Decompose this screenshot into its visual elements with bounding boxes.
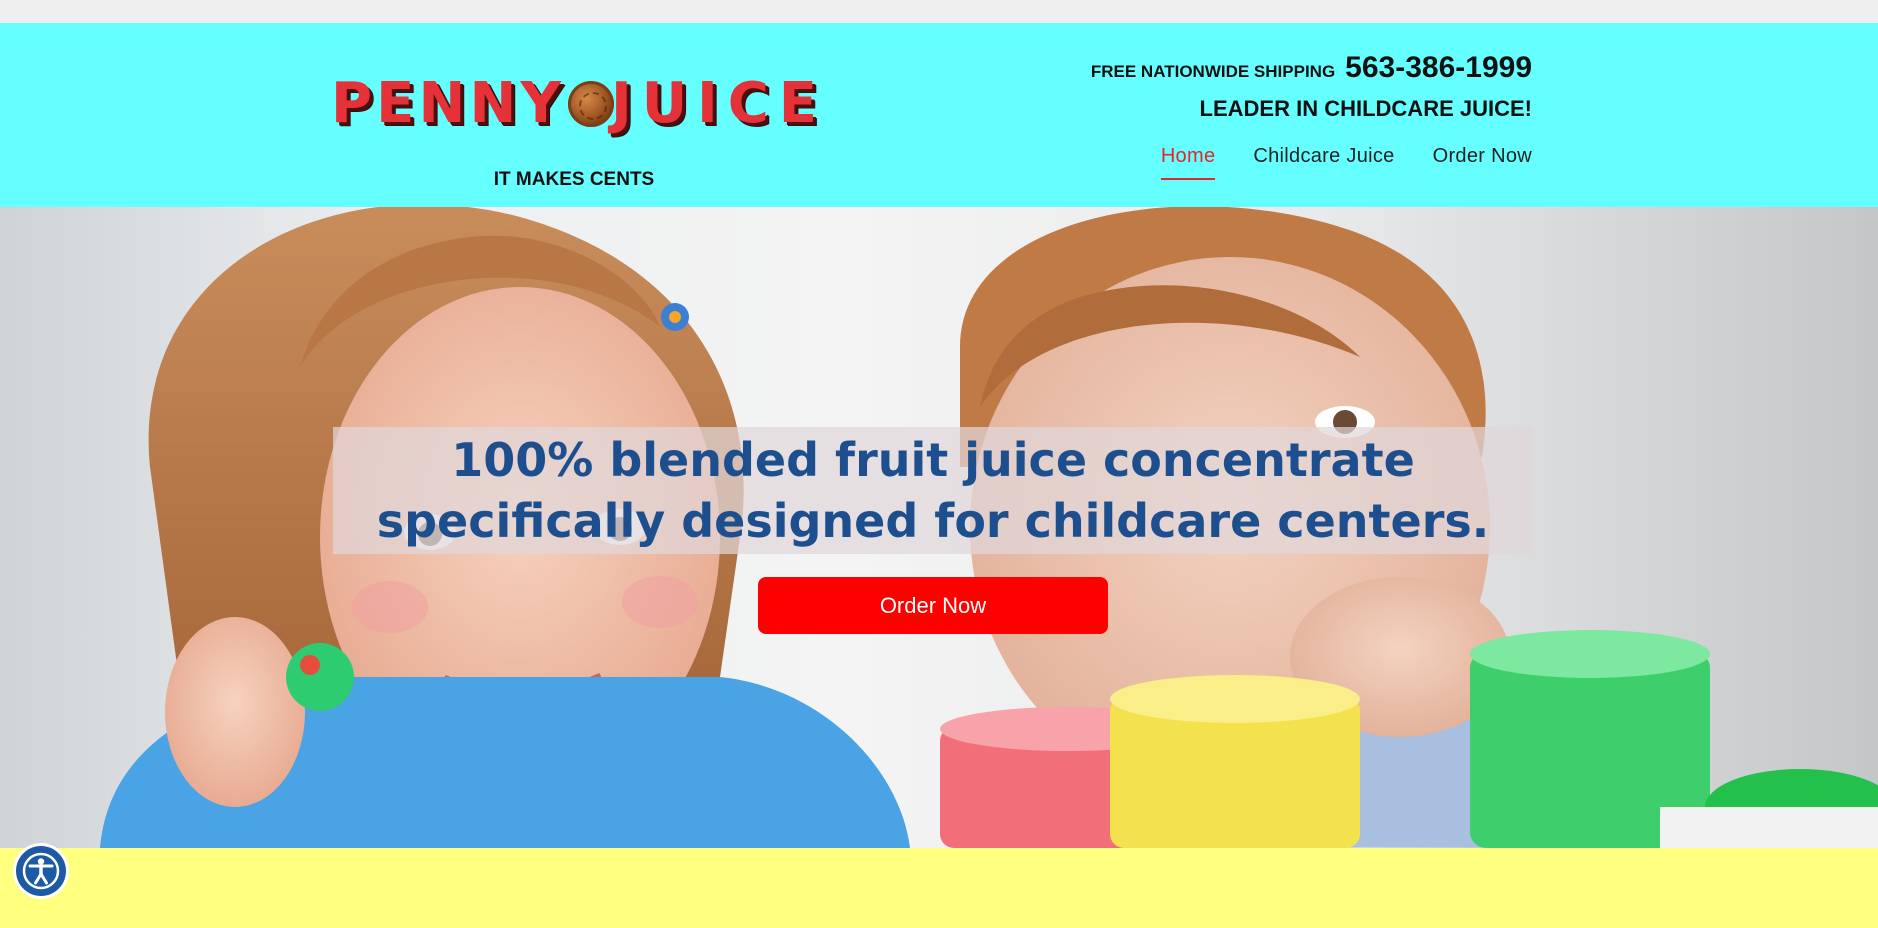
logo-letter: N	[469, 70, 517, 136]
accessibility-button[interactable]	[13, 843, 69, 899]
yellow-section-band	[0, 848, 1878, 928]
logo-letter: U	[641, 70, 688, 136]
site-header: P E N N Y J U I C E IT MAKES CENTS FREE …	[0, 23, 1878, 207]
logo-letter: E	[778, 70, 817, 136]
nav-item-childcare-juice[interactable]: Childcare Juice	[1253, 145, 1394, 180]
top-strip	[0, 0, 1878, 23]
accessibility-icon	[16, 846, 66, 896]
penny-coin-icon	[568, 81, 614, 127]
contact-line: FREE NATIONWIDE SHIPPING 563-386-1999	[1091, 51, 1532, 85]
logo-word-juice: J U I C E	[611, 70, 817, 136]
logo-word-penny: P E N N Y	[331, 70, 561, 136]
tagline: IT MAKES CENTS	[493, 169, 655, 190]
logo-letter: C	[727, 70, 769, 136]
shipping-notice: FREE NATIONWIDE SHIPPING	[1090, 62, 1336, 81]
logo-letter: P	[331, 70, 373, 136]
hero-headline: 100% blended fruit juice concentrate spe…	[376, 432, 1490, 548]
nav-item-home[interactable]: Home	[1160, 145, 1216, 180]
logo-letter: N	[418, 70, 466, 136]
nav-item-order-now[interactable]: Order Now	[1433, 145, 1532, 180]
logo-letter: Y	[520, 70, 561, 136]
main-nav: Home Childcare Juice Order Now	[1160, 145, 1532, 180]
logo-letter: I	[697, 70, 718, 136]
logo-letter: E	[376, 70, 415, 136]
hero-banner: 100% blended fruit juice concentrate spe…	[0, 207, 1878, 848]
penny-juice-logo[interactable]: P E N N Y J U I C E IT MAKES CENTS	[331, 70, 817, 193]
order-now-button[interactable]: Order Now	[758, 577, 1108, 634]
phone-link[interactable]: 563-386-1999	[1345, 51, 1532, 85]
leader-slogan: LEADER IN CHILDCARE JUICE!	[1199, 96, 1532, 121]
logo-letter: J	[611, 70, 632, 136]
headline-box: 100% blended fruit juice concentrate spe…	[333, 427, 1533, 554]
